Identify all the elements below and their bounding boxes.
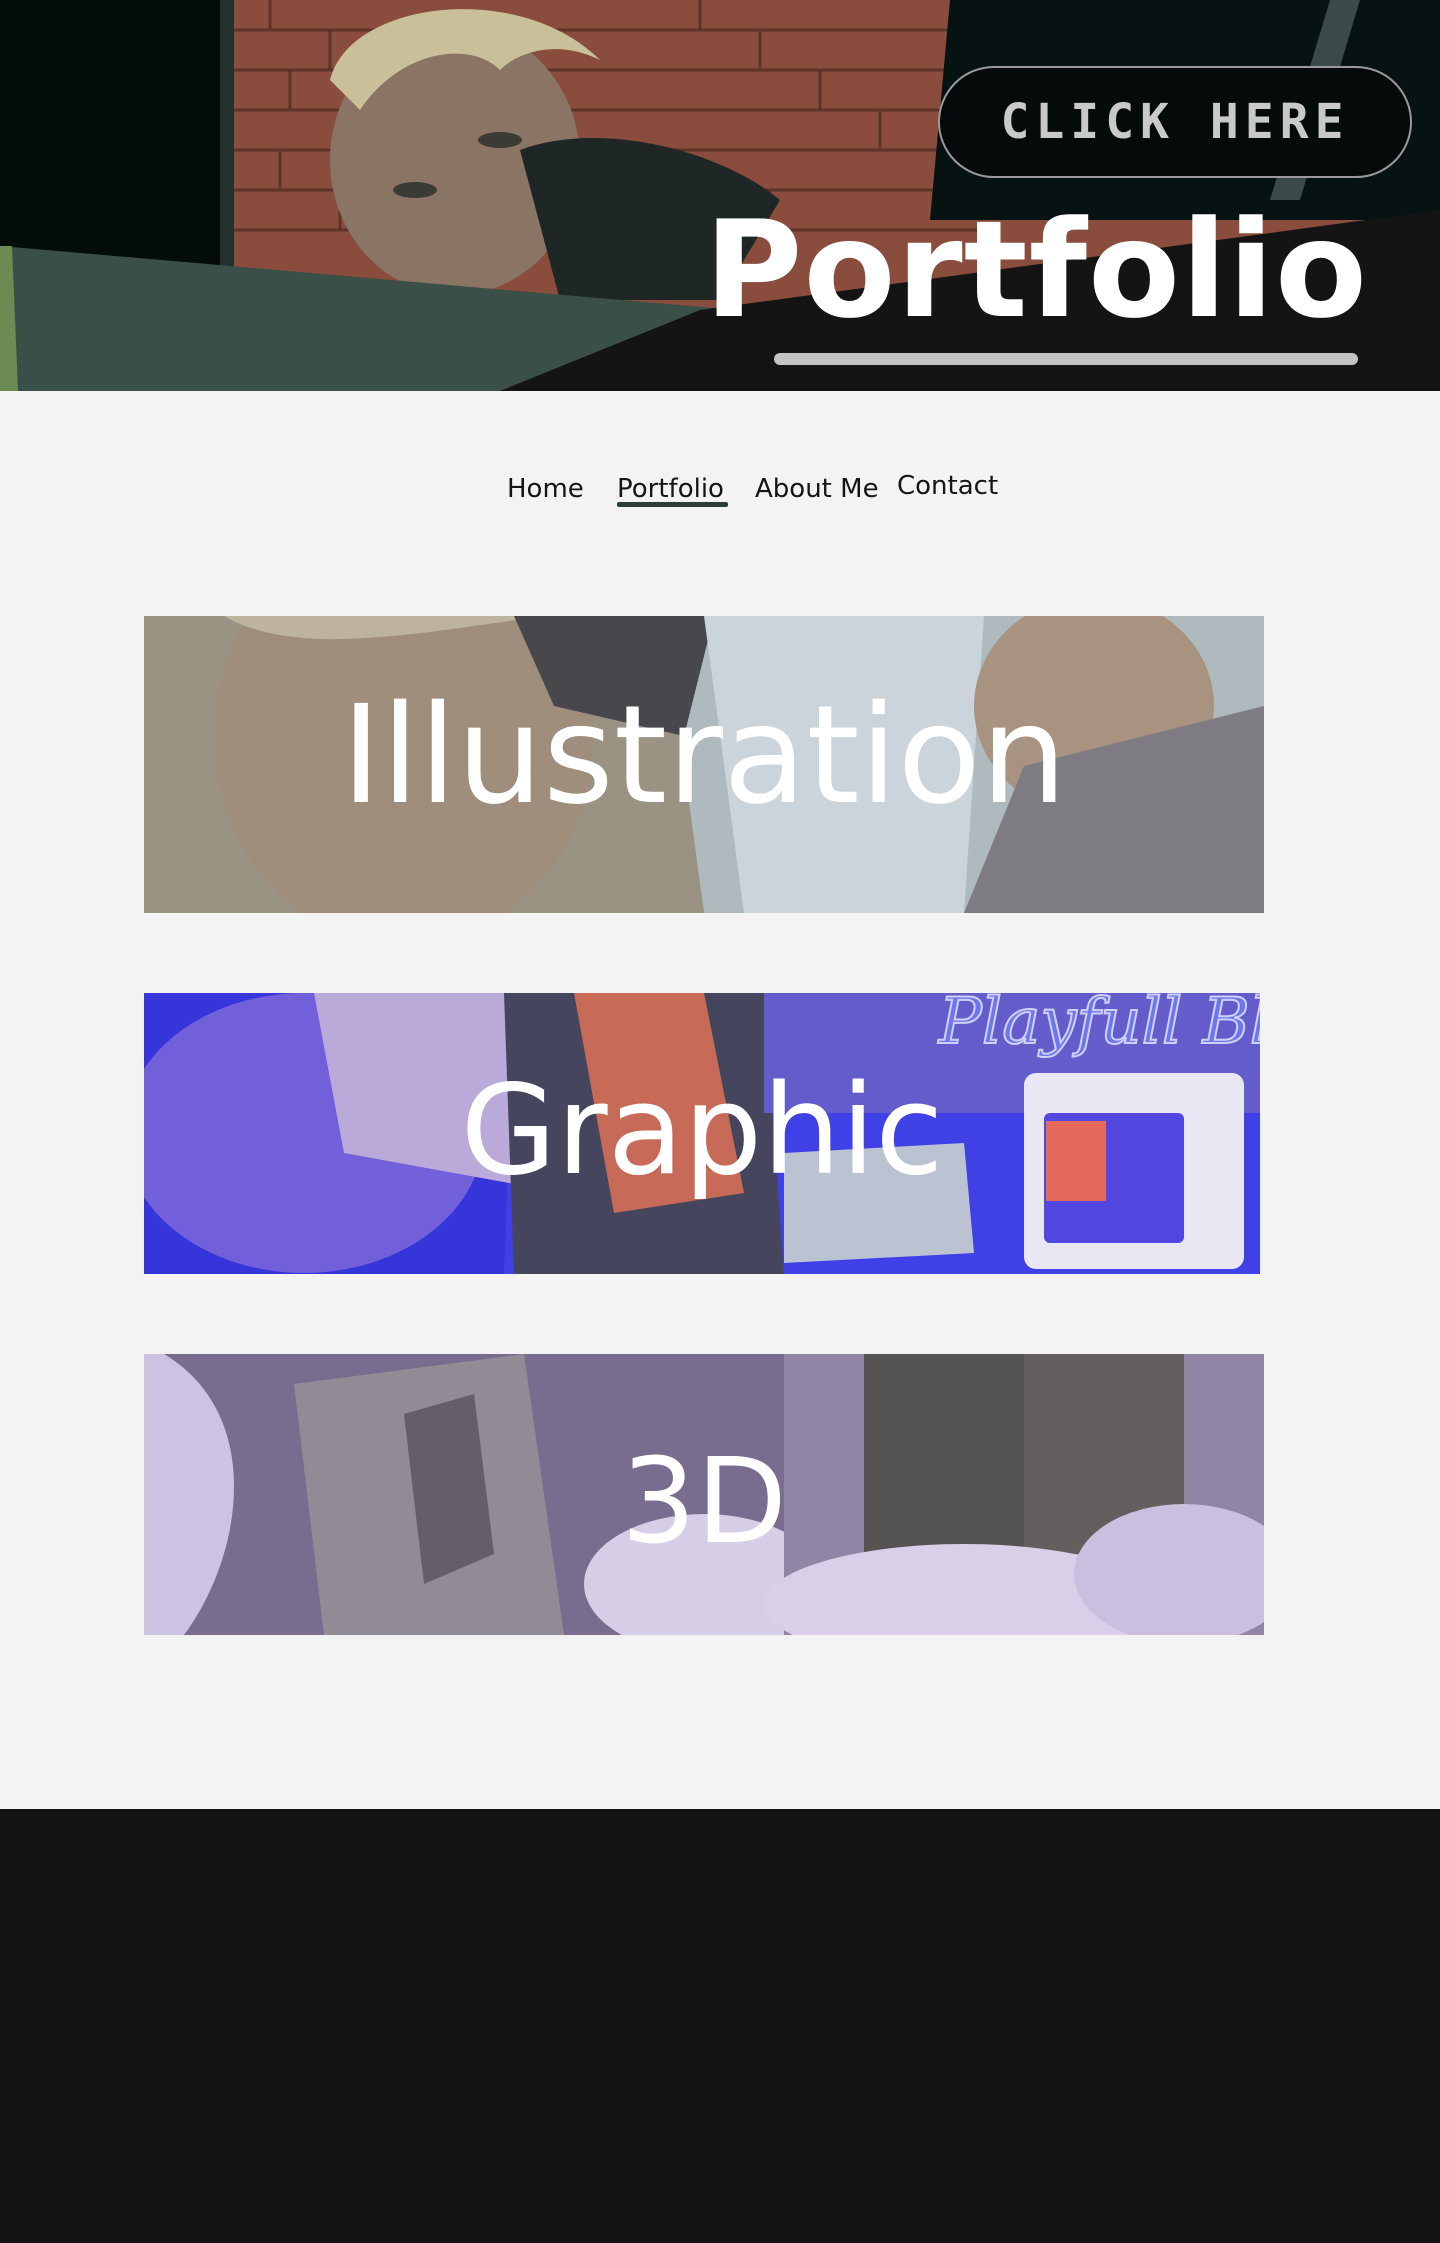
hero-banner: CLICK HERE Portfolio [0, 0, 1440, 391]
click-here-button[interactable]: CLICK HERE [938, 66, 1412, 178]
nav-portfolio[interactable]: Portfolio [617, 474, 724, 504]
category-card-3d[interactable]: 3D [144, 1354, 1264, 1635]
footer [0, 1809, 1440, 2243]
page-title: Portfolio [704, 192, 1368, 348]
nav-home[interactable]: Home [507, 474, 584, 504]
category-card-graphic[interactable]: Playfull Blue Graphic [144, 993, 1260, 1274]
click-here-label: CLICK HERE [1000, 94, 1350, 150]
category-label-3d: 3D [621, 1432, 787, 1570]
category-card-illustration[interactable]: Illustration [144, 616, 1264, 913]
nav-about-me[interactable]: About Me [755, 474, 879, 504]
category-label-graphic: Graphic [460, 1059, 944, 1203]
nav-contact[interactable]: Contact [897, 471, 998, 501]
main-nav: Home Portfolio About Me Contact [0, 466, 1440, 516]
category-label-illustration: Illustration [341, 677, 1067, 835]
nav-active-indicator [617, 502, 728, 507]
title-underline [774, 353, 1358, 365]
